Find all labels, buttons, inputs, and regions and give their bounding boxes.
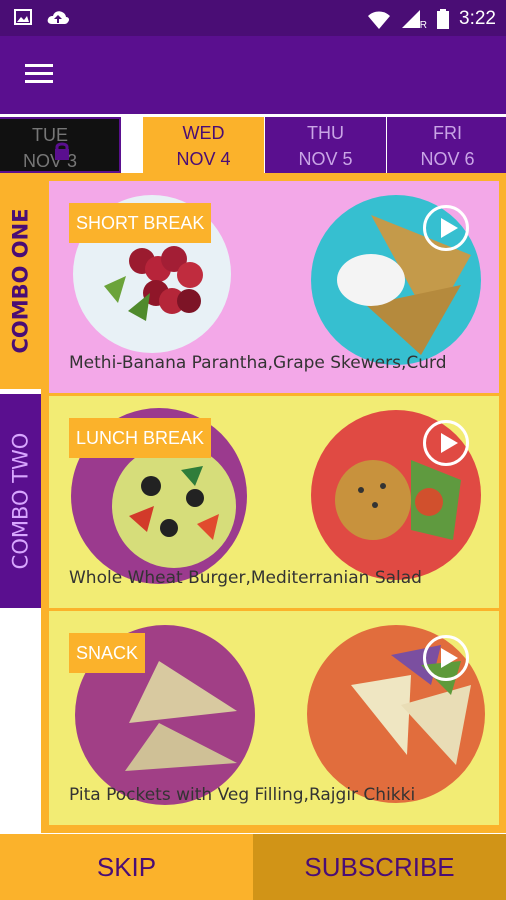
- date-tab-wed[interactable]: WED NOV 4: [143, 117, 264, 173]
- bottom-actions: SKIP SUBSCRIBE: [0, 834, 506, 900]
- date-tab-day: WED: [182, 123, 225, 143]
- wifi-icon: [367, 11, 390, 29]
- battery-icon: [437, 9, 450, 29]
- grape-skewers-image: [104, 246, 203, 321]
- network-badge: R: [419, 20, 428, 31]
- play-video-button[interactable]: [423, 635, 469, 681]
- meal-card-lunch-break[interactable]: LUNCH BREAK Whole Wheat Burger,Mediterra…: [49, 396, 499, 608]
- meal-tag: SHORT BREAK: [69, 203, 212, 243]
- date-tab-date: NOV 4: [176, 149, 231, 169]
- meal-list: SHORT BREAK Methi-Banana Parantha,Grape …: [41, 173, 506, 833]
- combo-label: COMBO TWO: [8, 432, 33, 570]
- meal-tag: LUNCH BREAK: [69, 418, 212, 458]
- meal-description: Methi-Banana Parantha,Grape Skewers,Curd: [69, 353, 447, 373]
- cell-signal-icon: [401, 10, 420, 28]
- play-video-button[interactable]: [423, 205, 469, 251]
- status-bar: R 3:22: [0, 0, 506, 36]
- meal-tag: SNACK: [69, 633, 146, 673]
- skip-button[interactable]: SKIP: [0, 834, 253, 900]
- date-tab-date: NOV 6: [420, 149, 475, 169]
- play-video-button[interactable]: [423, 420, 469, 466]
- combo-one-tab[interactable]: COMBO ONE: [0, 173, 41, 389]
- subscribe-button[interactable]: SUBSCRIBE: [253, 834, 506, 900]
- chikki-image: [125, 661, 237, 771]
- combo-label: COMBO ONE: [8, 208, 33, 354]
- meal-description: Pita Pockets with Veg Filling,Rajgir Chi…: [69, 785, 416, 805]
- date-tab-thu[interactable]: THU NOV 5: [265, 117, 386, 173]
- date-tabs: TUE NOV 3 WED NOV 4 THU NOV 5 FRI NOV 6: [0, 114, 506, 173]
- date-tab-day: FRI: [433, 123, 462, 143]
- menu-icon[interactable]: [25, 64, 53, 84]
- lock-icon: [55, 142, 69, 160]
- app-bar: [0, 36, 506, 114]
- date-tab-date: NOV 5: [298, 149, 353, 169]
- meal-card-short-break[interactable]: SHORT BREAK Methi-Banana Parantha,Grape …: [49, 181, 499, 393]
- date-tab-fri[interactable]: FRI NOV 6: [387, 117, 506, 173]
- date-tab-day: THU: [307, 123, 344, 143]
- cloud-upload-icon: [47, 11, 70, 24]
- combo-two-tab[interactable]: COMBO TWO: [0, 394, 41, 608]
- status-time: 3:22: [459, 8, 496, 29]
- image-icon: [14, 9, 32, 25]
- meal-description: Whole Wheat Burger,Mediterranian Salad: [69, 568, 422, 588]
- date-tab-tue: TUE NOV 3: [0, 117, 121, 173]
- meal-card-snack[interactable]: SNACK Pita Pockets with Veg Filling,Rajg…: [49, 611, 499, 825]
